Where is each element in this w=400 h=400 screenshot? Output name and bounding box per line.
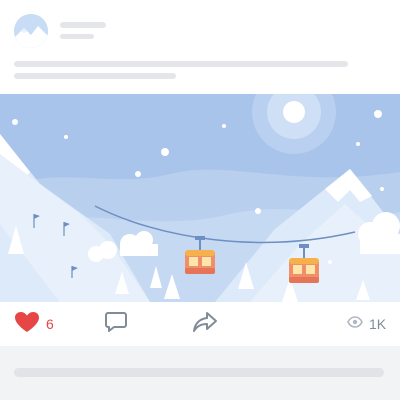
comment-area[interactable] — [0, 346, 400, 400]
like-count: 6 — [46, 316, 54, 332]
eye-icon — [347, 315, 363, 333]
post-text-line-2 — [14, 73, 176, 79]
post-header — [0, 0, 400, 90]
post-image[interactable] — [0, 94, 400, 302]
views-counter: 1K — [347, 302, 386, 346]
heart-icon — [14, 311, 40, 338]
comment-icon — [104, 311, 128, 338]
post-actions-bar: 6 1K — [0, 302, 400, 346]
share-button[interactable] — [192, 302, 218, 346]
mountain-avatar-icon — [14, 14, 48, 48]
comment-placeholder — [14, 368, 384, 377]
view-count: 1K — [369, 316, 387, 332]
post-date-placeholder — [60, 34, 94, 39]
ski-lift-illustration — [0, 94, 400, 302]
post-text-line-1 — [14, 61, 348, 67]
share-icon — [192, 311, 218, 338]
comment-button[interactable] — [104, 302, 128, 346]
author-name-placeholder — [60, 22, 106, 28]
like-button[interactable]: 6 — [14, 302, 54, 346]
author-avatar[interactable] — [14, 14, 48, 48]
